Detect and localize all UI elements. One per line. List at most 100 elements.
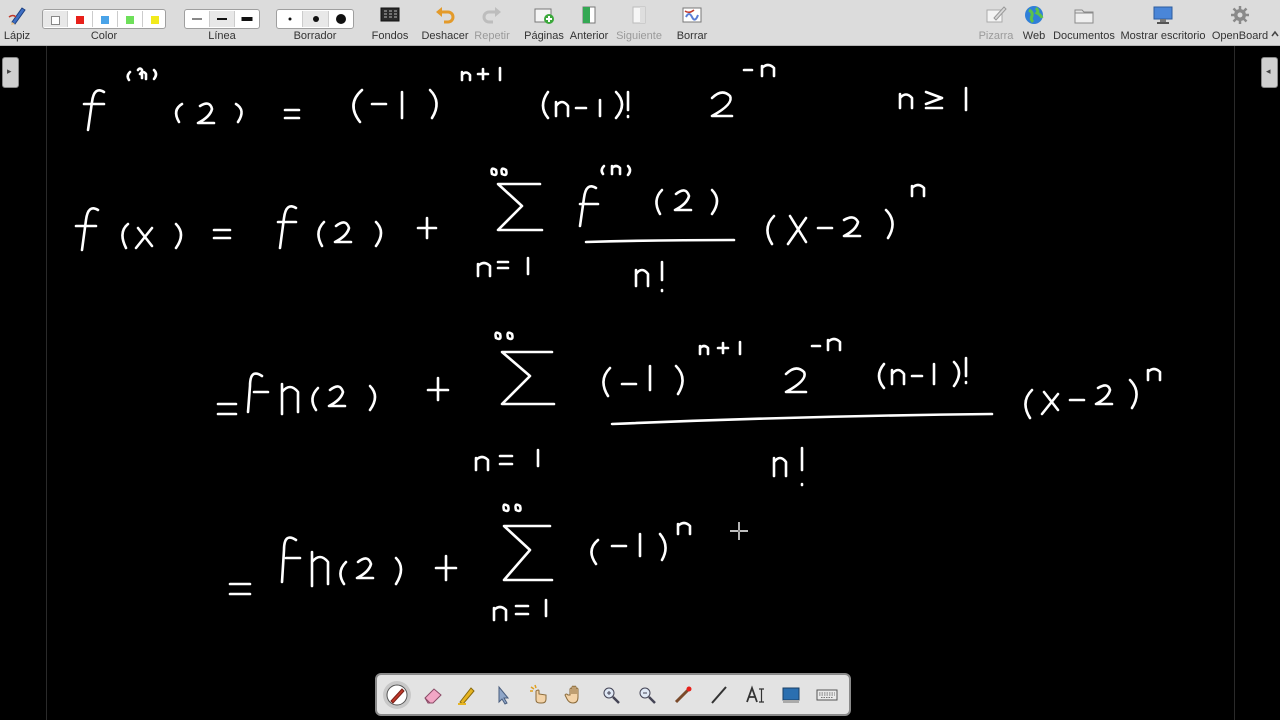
borrador-control: Borrador — [274, 0, 356, 46]
previous-page-icon — [582, 6, 596, 24]
documentos-label: Documentos — [1053, 30, 1115, 42]
desktop-monitor-icon — [1153, 6, 1173, 24]
siguiente-label: Siguiente — [616, 30, 662, 42]
board-right-border — [1234, 46, 1235, 720]
eraser-tool-button[interactable] — [419, 681, 447, 709]
marker-tool-button[interactable] — [453, 681, 481, 709]
borrador-label: Borrador — [293, 30, 337, 42]
paginas-button[interactable]: Páginas — [522, 0, 566, 46]
keyboard-icon — [816, 689, 838, 701]
chevron-left-icon: ◂ — [1266, 67, 1271, 77]
pencil-icon — [8, 7, 26, 25]
main-toolbar: Lápiz Color Línea Borrador Fondos Deshac… — [0, 0, 1280, 46]
text-icon — [746, 685, 764, 703]
borrar-label: Borrar — [676, 30, 708, 42]
interact-icon — [530, 684, 547, 704]
documentos-button[interactable]: Documentos — [1052, 0, 1116, 46]
line-medium[interactable] — [210, 11, 235, 27]
color-swatch-yellow[interactable] — [143, 11, 165, 27]
web-label: Web — [1022, 30, 1046, 42]
line-tool-button[interactable] — [705, 681, 733, 709]
color-control: Color — [40, 0, 168, 46]
eraser-medium-icon — [312, 16, 319, 22]
hand-icon — [564, 685, 579, 704]
swatch-red — [76, 16, 84, 24]
board-canvas[interactable] — [46, 46, 1234, 720]
anterior-label: Anterior — [569, 30, 609, 42]
siguiente-button[interactable]: Siguiente — [614, 0, 664, 46]
globe-icon — [1025, 6, 1044, 24]
gear-icon — [1231, 6, 1249, 24]
pen-icon — [386, 684, 408, 706]
next-page-icon — [632, 6, 646, 24]
pizarra-button[interactable]: Pizarra — [976, 0, 1016, 46]
ink-line-1 — [82, 63, 968, 132]
zoom-in-icon — [603, 687, 620, 704]
line-icon — [711, 686, 727, 704]
left-dock — [0, 46, 46, 720]
capture-icon — [782, 687, 800, 703]
openboard-label: OpenBoard — [1211, 30, 1269, 42]
selector-tool-button[interactable] — [489, 681, 517, 709]
eraser-small[interactable] — [277, 11, 303, 27]
repetir-label: Repetir — [474, 30, 510, 42]
mostrar-escritorio-label: Mostrar escritorio — [1120, 30, 1206, 42]
keyboard-tool-button[interactable] — [813, 681, 841, 709]
line-thick[interactable] — [235, 11, 259, 27]
selector-icon — [498, 685, 510, 705]
color-label: Color — [90, 30, 118, 42]
web-button[interactable]: Web — [1018, 0, 1050, 46]
swatch-white — [51, 16, 60, 25]
line-thin[interactable] — [185, 11, 210, 27]
pen-tool-button[interactable] — [383, 681, 411, 709]
deshacer-label: Deshacer — [421, 30, 469, 42]
chevron-up-icon — [1271, 30, 1279, 37]
hand-tool-button[interactable] — [561, 681, 589, 709]
zoom-in-tool-button[interactable] — [597, 681, 625, 709]
borrar-button[interactable]: Borrar — [670, 0, 714, 46]
redo-icon — [482, 7, 501, 24]
interact-tool-button[interactable] — [525, 681, 553, 709]
zoom-out-icon — [639, 687, 656, 704]
handwritten-ink — [74, 63, 1162, 622]
right-dock — [1234, 46, 1280, 720]
undo-icon — [436, 7, 455, 24]
collapse-toolbar-button[interactable] — [1270, 0, 1280, 46]
color-palette — [42, 9, 166, 29]
text-tool-button[interactable] — [741, 681, 769, 709]
add-page-icon — [534, 8, 554, 24]
color-swatch-blue[interactable] — [93, 11, 118, 27]
deshacer-button[interactable]: Deshacer — [420, 0, 470, 46]
eraser-large[interactable] — [329, 11, 353, 27]
ink-line-4 — [228, 503, 692, 622]
laser-tool-button[interactable] — [669, 681, 697, 709]
swatch-yellow — [151, 16, 159, 24]
linea-control: Línea — [182, 0, 262, 46]
capture-tool-button[interactable] — [777, 681, 805, 709]
line-medium-icon — [217, 18, 227, 20]
color-swatch-white[interactable] — [43, 11, 68, 27]
zoom-out-tool-button[interactable] — [633, 681, 661, 709]
anterior-button[interactable]: Anterior — [568, 0, 610, 46]
color-swatch-red[interactable] — [68, 11, 93, 27]
paginas-label: Páginas — [524, 30, 564, 42]
background-grid-icon — [380, 7, 400, 22]
laser-pointer-icon — [674, 686, 692, 704]
eraser-size-selector — [276, 9, 354, 29]
color-swatch-green[interactable] — [118, 11, 143, 27]
chevron-right-icon: ▸ — [7, 67, 12, 77]
pizarra-label: Pizarra — [978, 30, 1014, 42]
lapiz-button[interactable]: Lápiz — [0, 0, 34, 46]
clear-page-icon — [682, 7, 702, 23]
eraser-small-icon — [288, 17, 291, 21]
mostrar-escritorio-button[interactable]: Mostrar escritorio — [1118, 0, 1208, 46]
openboard-button[interactable]: OpenBoard — [1210, 0, 1270, 46]
eraser-medium[interactable] — [303, 11, 329, 27]
left-palette-toggle[interactable]: ▸ — [2, 57, 19, 88]
right-palette-toggle[interactable]: ◂ — [1261, 57, 1278, 88]
repetir-button[interactable]: Repetir — [472, 0, 512, 46]
crosshair-cursor-icon — [730, 522, 748, 540]
floating-tool-bar — [375, 673, 851, 716]
fondos-button[interactable]: Fondos — [368, 0, 412, 46]
marker-icon — [458, 687, 475, 705]
